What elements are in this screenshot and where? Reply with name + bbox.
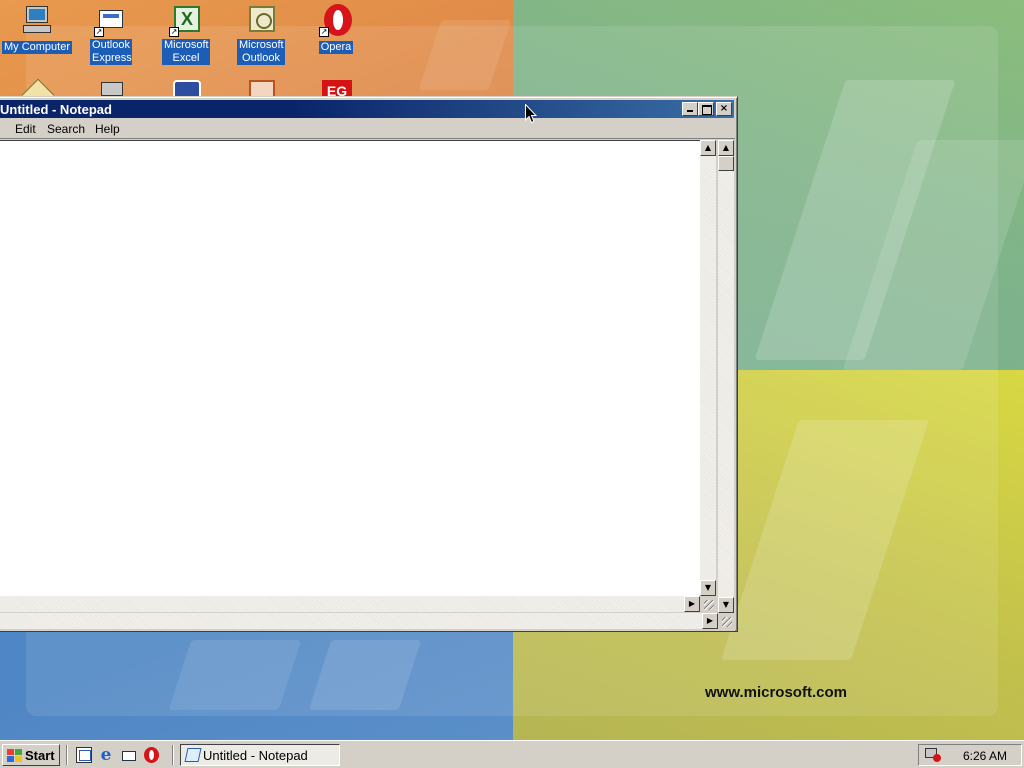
scroll-right-button[interactable]: ▶: [684, 596, 700, 612]
opera-icon: ↗: [319, 4, 352, 37]
outlook-icon: [245, 4, 277, 36]
notepad-icon: [184, 748, 202, 762]
vertical-scrollbar[interactable]: ▲ ▼: [700, 140, 716, 596]
outer-scroll-right-button[interactable]: ▶: [702, 613, 718, 629]
system-tray: 6:26 AM: [918, 744, 1022, 766]
menu-bar: Edit Search Help: [0, 119, 734, 138]
edit-area: ▲ ▼ ▲ ▼ ▶ ▶: [0, 138, 735, 631]
outer-horizontal-scrollbar[interactable]: ▶: [0, 613, 718, 629]
scroll-up-button[interactable]: ▲: [700, 140, 716, 156]
text-editor[interactable]: [0, 140, 700, 596]
window-title: Untitled - Notepad: [0, 102, 112, 117]
desktop-icon-outlook-express[interactable]: ↗ Outlook Express: [75, 2, 147, 65]
eg-app-icon[interactable]: EG: [321, 78, 353, 96]
menu-help[interactable]: Help: [95, 122, 120, 136]
excel-icon: X ↗: [169, 4, 202, 37]
desktop-icon-label: Outlook Express: [90, 39, 132, 65]
menu-search[interactable]: Search: [47, 122, 85, 136]
start-label: Start: [25, 748, 55, 763]
desktop-icon-my-computer[interactable]: My Computer: [1, 2, 73, 54]
menu-help-label: Help: [95, 122, 120, 136]
desktop-icon-microsoft-outlook[interactable]: Microsoft Outlook: [225, 2, 297, 65]
outlook-express-icon: ↗: [94, 4, 127, 37]
taskbar: Start e Untitled - Notepad 6:26 AM: [0, 740, 1024, 768]
close-button[interactable]: ×: [716, 102, 732, 116]
network-icon[interactable]: [96, 78, 128, 96]
menu-edit-label: Edit: [15, 122, 36, 136]
clock[interactable]: 6:26 AM: [963, 749, 1007, 763]
opera-icon[interactable]: [144, 747, 159, 763]
internet-explorer-icon[interactable]: e: [98, 747, 114, 764]
menu-edit[interactable]: Edit: [15, 122, 36, 136]
ie-settings-icon[interactable]: [171, 78, 203, 96]
menu-search-label: Search: [47, 122, 86, 136]
outer-vertical-scrollbar[interactable]: ▲ ▼: [718, 140, 734, 613]
outer-scroll-up-button[interactable]: ▲: [718, 140, 734, 156]
windows-logo-icon: [7, 749, 23, 762]
desktop-icon-label: My Computer: [1, 41, 73, 54]
notepad-window[interactable]: Untitled - Notepad × Edit Search Help ▲ …: [0, 96, 738, 632]
scroll-down-button[interactable]: ▼: [700, 580, 716, 596]
taskbar-separator: [172, 745, 174, 765]
maximize-button[interactable]: [698, 102, 714, 116]
taskbar-button-label: Untitled - Notepad: [203, 748, 308, 763]
window-titlebar[interactable]: Untitled - Notepad ×: [0, 100, 734, 118]
mouse-cursor-icon: [525, 104, 537, 124]
outlook-express-icon[interactable]: [121, 747, 137, 763]
tray-display-icon[interactable]: [925, 748, 941, 762]
taskbar-button-notepad[interactable]: Untitled - Notepad: [180, 744, 340, 766]
text-input[interactable]: [0, 141, 700, 596]
powerpoint-icon[interactable]: [246, 78, 278, 96]
wallpaper-slab: [168, 640, 302, 710]
outer-resize-grip-icon[interactable]: [718, 613, 734, 629]
outer-scroll-down-button[interactable]: ▼: [718, 597, 734, 613]
taskbar-separator: [66, 745, 68, 765]
desktop-icon-label: Microsoft Excel: [162, 39, 210, 65]
folder-icon[interactable]: [22, 78, 54, 96]
resize-grip-icon[interactable]: [700, 596, 716, 612]
show-desktop-icon[interactable]: [76, 747, 92, 763]
horizontal-scrollbar[interactable]: ▶: [0, 596, 700, 612]
wallpaper-url-text: www.microsoft.com: [705, 684, 847, 701]
desktop-icon-label: Opera: [318, 41, 354, 54]
desktop-icon-microsoft-excel[interactable]: X ↗ Microsoft Excel: [150, 2, 222, 65]
my-computer-icon: [21, 4, 53, 36]
start-button[interactable]: Start: [2, 744, 60, 766]
outer-scroll-thumb[interactable]: [718, 156, 734, 171]
desktop-icon-label: Microsoft Outlook: [237, 39, 285, 65]
desktop-icon-opera[interactable]: ↗ Opera: [300, 2, 372, 54]
minimize-button[interactable]: [682, 102, 698, 116]
